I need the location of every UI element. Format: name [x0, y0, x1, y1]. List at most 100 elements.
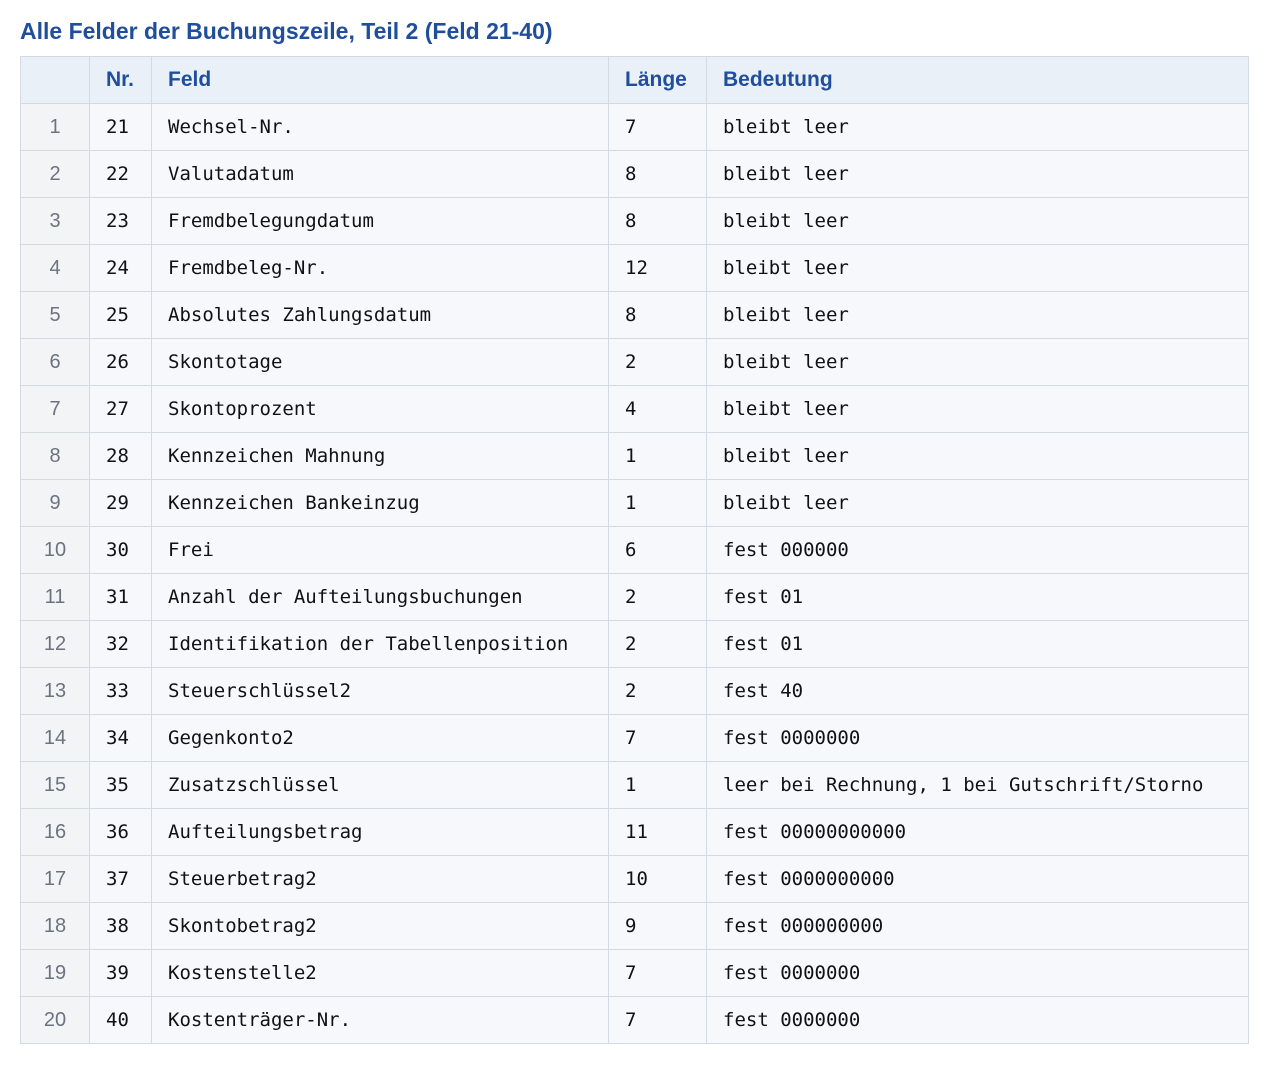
table-row[interactable]: 12 32 Identifikation der Tabellenposition 2… [20, 620, 1249, 668]
table-row[interactable]: 7 27 Skontoprozent 4 bleibt leer [20, 385, 1249, 433]
bedeutung-cell: bleibt leer [706, 244, 1249, 292]
nr-cell: 29 [89, 479, 152, 527]
feld-cell: Aufteilungsbetrag [151, 808, 609, 856]
row-index-cell: 8 [20, 432, 90, 480]
column-header-index[interactable] [20, 56, 90, 104]
laenge-cell: 7 [608, 996, 707, 1044]
laenge-cell: 1 [608, 479, 707, 527]
feld-cell: Absolutes Zahlungsdatum [151, 291, 609, 339]
laenge-cell: 1 [608, 432, 707, 480]
nr-cell: 32 [89, 620, 152, 668]
row-index-cell: 12 [20, 620, 90, 668]
row-index-cell: 10 [20, 526, 90, 574]
nr-cell: 27 [89, 385, 152, 433]
row-index-cell: 2 [20, 150, 90, 198]
laenge-cell: 2 [608, 620, 707, 668]
feld-cell: Fremdbeleg-Nr. [151, 244, 609, 292]
row-index-cell: 9 [20, 479, 90, 527]
laenge-cell: 1 [608, 761, 707, 809]
bedeutung-cell: fest 00000000000 [706, 808, 1249, 856]
laenge-cell: 9 [608, 902, 707, 950]
row-index-cell: 19 [20, 949, 90, 997]
table-row[interactable]: 8 28 Kennzeichen Mahnung 1 bleibt leer [20, 432, 1249, 480]
bedeutung-cell: leer bei Rechnung, 1 bei Gutschrift/Stor… [706, 761, 1249, 809]
laenge-cell: 11 [608, 808, 707, 856]
table-row[interactable]: 18 38 Skontobetrag2 9 fest 000000000 [20, 902, 1249, 950]
table-row[interactable]: 6 26 Skontotage 2 bleibt leer [20, 338, 1249, 386]
nr-cell: 36 [89, 808, 152, 856]
nr-cell: 33 [89, 667, 152, 715]
feld-cell: Kennzeichen Mahnung [151, 432, 609, 480]
nr-cell: 25 [89, 291, 152, 339]
laenge-cell: 10 [608, 855, 707, 903]
nr-cell: 21 [89, 103, 152, 151]
row-index-cell: 15 [20, 761, 90, 809]
row-index-cell: 13 [20, 667, 90, 715]
laenge-cell: 6 [608, 526, 707, 574]
laenge-cell: 7 [608, 714, 707, 762]
bedeutung-cell: fest 01 [706, 620, 1249, 668]
feld-cell: Frei [151, 526, 609, 574]
column-header-bedeutung[interactable]: Bedeutung [706, 56, 1249, 104]
table-header-row: Nr. Feld Länge Bedeutung [20, 56, 1249, 104]
nr-cell: 38 [89, 902, 152, 950]
bedeutung-cell: bleibt leer [706, 385, 1249, 433]
bedeutung-cell: bleibt leer [706, 197, 1249, 245]
nr-cell: 28 [89, 432, 152, 480]
row-index-cell: 16 [20, 808, 90, 856]
feld-cell: Gegenkonto2 [151, 714, 609, 762]
nr-cell: 26 [89, 338, 152, 386]
row-index-cell: 4 [20, 244, 90, 292]
table-row[interactable]: 9 29 Kennzeichen Bankeinzug 1 bleibt leer [20, 479, 1249, 527]
table-row[interactable]: 14 34 Gegenkonto2 7 fest 0000000 [20, 714, 1249, 762]
table-row[interactable]: 16 36 Aufteilungsbetrag 11 fest 00000000000 [20, 808, 1249, 856]
column-header-nr[interactable]: Nr. [89, 56, 152, 104]
table-row[interactable]: 4 24 Fremdbeleg-Nr. 12 bleibt leer [20, 244, 1249, 292]
bedeutung-cell: fest 0000000000 [706, 855, 1249, 903]
bedeutung-cell: bleibt leer [706, 338, 1249, 386]
row-index-cell: 11 [20, 573, 90, 621]
table-row[interactable]: 11 31 Anzahl der Aufteilungsbuchungen 2 fest… [20, 573, 1249, 621]
laenge-cell: 12 [608, 244, 707, 292]
nr-cell: 35 [89, 761, 152, 809]
feld-cell: Zusatzschlüssel [151, 761, 609, 809]
column-header-laenge[interactable]: Länge [608, 56, 707, 104]
nr-cell: 23 [89, 197, 152, 245]
bedeutung-cell: bleibt leer [706, 479, 1249, 527]
feld-cell: Fremdbelegungdatum [151, 197, 609, 245]
row-index-cell: 17 [20, 855, 90, 903]
nr-cell: 22 [89, 150, 152, 198]
page-title: Alle Felder der Buchungszeile, Teil 2 (F… [20, 18, 553, 44]
laenge-cell: 2 [608, 573, 707, 621]
table-body: 1 21 Wechsel-Nr. 7 bleibt leer 2 22 Valutadatum… [20, 103, 1249, 1044]
table-row[interactable]: 2 22 Valutadatum 8 bleibt leer [20, 150, 1249, 198]
feld-cell: Identifikation der Tabellenposition [151, 620, 609, 668]
table-row[interactable]: 20 40 Kostenträger-Nr. 7 fest 0000000 [20, 996, 1249, 1044]
nr-cell: 40 [89, 996, 152, 1044]
column-header-feld[interactable]: Feld [151, 56, 609, 104]
feld-cell: Kostenstelle2 [151, 949, 609, 997]
row-index-cell: 6 [20, 338, 90, 386]
row-index-cell: 14 [20, 714, 90, 762]
nr-cell: 39 [89, 949, 152, 997]
feld-cell: Skontobetrag2 [151, 902, 609, 950]
bedeutung-cell: fest 0000000 [706, 714, 1249, 762]
bedeutung-cell: bleibt leer [706, 291, 1249, 339]
row-index-cell: 7 [20, 385, 90, 433]
bedeutung-cell: fest 40 [706, 667, 1249, 715]
table-row[interactable]: 13 33 Steuerschlüssel2 2 fest 40 [20, 667, 1249, 715]
fields-table: Nr. Feld Länge Bedeutung 1 21 Wechsel-Nr. 7… [20, 56, 1249, 1044]
table-row[interactable]: 10 30 Frei 6 fest 000000 [20, 526, 1249, 574]
bedeutung-cell: fest 0000000 [706, 996, 1249, 1044]
table-row[interactable]: 1 21 Wechsel-Nr. 7 bleibt leer [20, 103, 1249, 151]
feld-cell: Anzahl der Aufteilungsbuchungen [151, 573, 609, 621]
bedeutung-cell: fest 01 [706, 573, 1249, 621]
laenge-cell: 7 [608, 949, 707, 997]
feld-cell: Wechsel-Nr. [151, 103, 609, 151]
table-row[interactable]: 19 39 Kostenstelle2 7 fest 0000000 [20, 949, 1249, 997]
table-row[interactable]: 15 35 Zusatzschlüssel 1 leer bei Rechnung, 1… [20, 761, 1249, 809]
table-row[interactable]: 5 25 Absolutes Zahlungsdatum 8 bleibt leer [20, 291, 1249, 339]
table-row[interactable]: 3 23 Fremdbelegungdatum 8 bleibt leer [20, 197, 1249, 245]
bedeutung-cell: bleibt leer [706, 150, 1249, 198]
table-row[interactable]: 17 37 Steuerbetrag2 10 fest 0000000000 [20, 855, 1249, 903]
